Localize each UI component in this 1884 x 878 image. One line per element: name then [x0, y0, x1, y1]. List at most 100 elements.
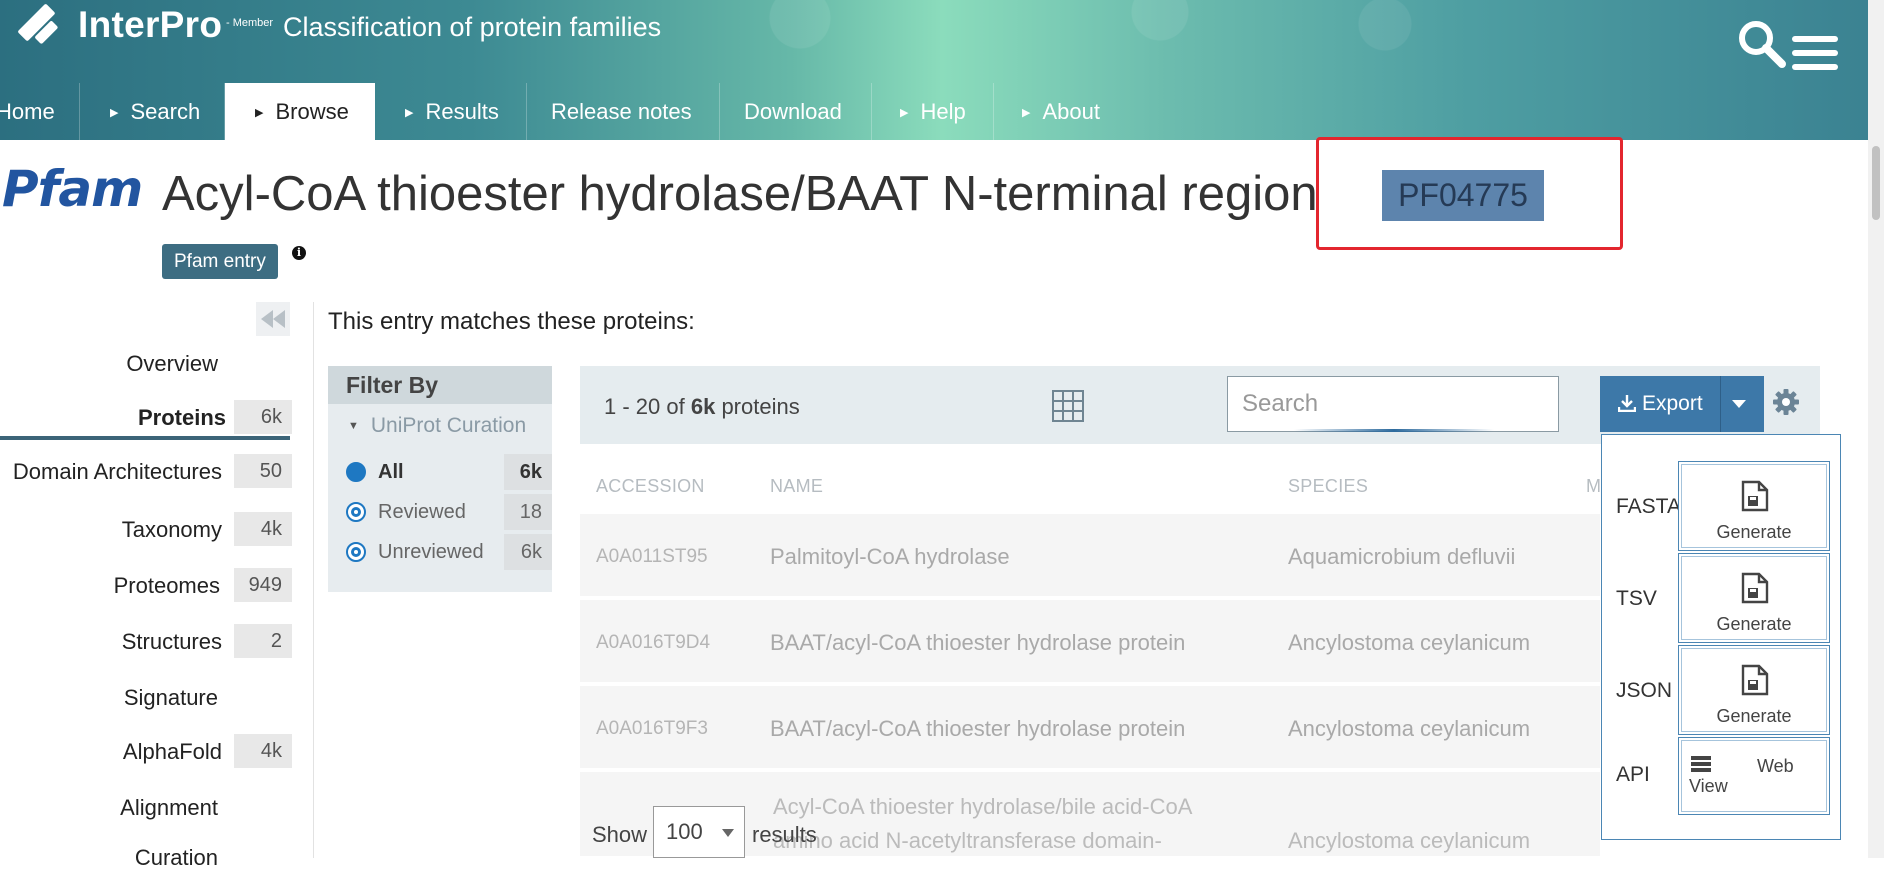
api-web-label: Web	[1757, 756, 1794, 776]
export-format-label: FASTA	[1616, 495, 1681, 518]
row-species-link[interactable]: Aquamicrobium defluvii	[1288, 544, 1515, 570]
filter-option-unreviewed[interactable]: Unreviewed 6k	[346, 534, 552, 570]
row-species-link[interactable]: Ancylostoma ceylanicum	[1288, 716, 1530, 742]
result-count-suffix: proteins	[715, 394, 800, 419]
caret-right-icon: ▶	[110, 107, 119, 119]
tab-search[interactable]: ▶ Search	[80, 83, 225, 140]
sidebar-item-label: Overview	[126, 351, 218, 376]
row-species-link[interactable]: Ancylostoma ceylanicum	[1288, 828, 1530, 854]
tab-results[interactable]: ▶ Results	[375, 83, 527, 140]
column-header-species[interactable]: SPECIES	[1288, 476, 1368, 497]
tab-label: Release notes	[551, 99, 692, 124]
sidebar-item-alignment[interactable]: Alignment	[0, 788, 218, 828]
api-web-view-button[interactable]: Web View	[1678, 737, 1830, 815]
row-species-link[interactable]: Ancylostoma ceylanicum	[1288, 630, 1530, 656]
row-name-link[interactable]: BAAT/acyl-CoA thioester hydrolase protei…	[770, 716, 1185, 742]
brand-name[interactable]: InterPro	[78, 4, 222, 46]
generate-json-button[interactable]: Generate	[1678, 645, 1830, 735]
row-name-link[interactable]: Palmitoyl-CoA hydrolase	[770, 544, 1010, 570]
column-header-accession[interactable]: ACCESSION	[596, 476, 705, 497]
caret-right-icon: ▶	[405, 107, 414, 119]
export-button[interactable]: Export	[1600, 376, 1764, 432]
tab-about[interactable]: ▶ About	[994, 83, 1144, 140]
column-header-more[interactable]: M	[1586, 476, 1601, 497]
search-icon[interactable]	[1736, 18, 1788, 70]
row-accession-link[interactable]: A0A016T9D4	[596, 632, 710, 654]
filter-option-reviewed[interactable]: Reviewed 18	[346, 494, 552, 530]
entry-type-badge[interactable]: Pfam entry	[162, 244, 278, 279]
download-icon	[1617, 395, 1637, 413]
filter-group-toggle[interactable]: ▼ UniProt Curation	[348, 414, 526, 438]
filter-title: Filter By	[328, 366, 552, 404]
generate-tsv-button[interactable]: Generate	[1678, 553, 1830, 643]
menu-icon[interactable]	[1792, 36, 1838, 74]
page-size-select[interactable]: 100	[653, 806, 745, 858]
sidebar-item-label: Alignment	[120, 795, 218, 820]
double-chevron-left-icon	[261, 310, 285, 328]
main-nav-tabs: Home ▶ Search ▶ Browse ▶ Results Release no…	[0, 83, 1884, 140]
tab-release-notes[interactable]: Release notes	[527, 83, 720, 140]
caret-down-icon[interactable]	[1732, 400, 1746, 408]
table-search-input[interactable]: Search	[1227, 376, 1559, 432]
generate-fasta-button[interactable]: Generate	[1678, 461, 1830, 551]
sidebar-item-label: Taxonomy	[121, 517, 222, 542]
row-accession-link[interactable]: A0A016T9F3	[596, 718, 708, 740]
pfam-logo[interactable]: Pfam	[2, 160, 143, 218]
column-header-name[interactable]: NAME	[770, 476, 823, 497]
scrollbar-thumb[interactable]	[1872, 146, 1880, 220]
export-label-wrap: Export	[1617, 392, 1703, 416]
sidebar-item-alphafold[interactable]: AlphaFold	[0, 732, 222, 772]
tab-label: About	[1042, 99, 1100, 124]
caret-right-icon: ▶	[900, 107, 909, 119]
sidebar-item-signature[interactable]: Signature	[0, 678, 218, 718]
tab-help[interactable]: ▶ Help	[872, 83, 994, 140]
sidebar-item-domain-architectures[interactable]: Domain Architectures	[0, 452, 222, 492]
sidebar-item-curation[interactable]: Curation	[0, 838, 218, 878]
gear-icon[interactable]	[1772, 388, 1800, 416]
row-name-link[interactable]: BAAT/acyl-CoA thioester hydrolase protei…	[770, 630, 1185, 656]
file-icon	[1741, 480, 1769, 512]
masthead: InterPro - Member Classification of prot…	[0, 0, 1884, 140]
row-accession-link[interactable]: A0A011ST95	[596, 546, 708, 568]
active-indicator	[0, 436, 290, 440]
brand-subtitle: Classification of protein families	[283, 12, 662, 42]
search-focus-line	[1294, 429, 1494, 432]
caret-down-icon: ▼	[348, 420, 359, 432]
sidebar-count: 6k	[234, 400, 292, 434]
sidebar-item-overview[interactable]: Overview	[0, 344, 218, 384]
sidebar-item-proteins[interactable]: Proteins	[0, 398, 226, 438]
radio-unselected[interactable]	[346, 502, 366, 522]
masthead-decoration	[620, 0, 1520, 60]
row-name-link[interactable]: Acyl-CoA thioester hydrolase/bile acid-C…	[773, 790, 1253, 858]
page-scrollbar[interactable]	[1868, 0, 1884, 858]
radio-unselected[interactable]	[346, 542, 366, 562]
interpro-logo-icon[interactable]	[14, 4, 66, 48]
export-format-label: JSON	[1616, 679, 1673, 702]
filter-option-label: All	[378, 461, 404, 483]
radio-selected[interactable]	[346, 462, 366, 482]
export-format-label: API	[1616, 763, 1650, 786]
filter-option-all[interactable]: All 6k	[346, 454, 552, 490]
result-count-total: 6k	[690, 394, 716, 419]
table-row: A0A016T9D4 BAAT/acyl-CoA thioester hydro…	[580, 600, 1600, 684]
sidebar-item-label: Proteins	[137, 405, 226, 430]
filter-panel: Filter By ▼ UniProt Curation All 6k Revie…	[328, 366, 552, 592]
caret-down-icon	[722, 829, 734, 837]
sidebar-count: 4k	[234, 734, 292, 768]
sidebar-item-structures[interactable]: Structures	[0, 622, 222, 662]
tab-label: Download	[744, 99, 842, 124]
tab-home[interactable]: Home	[0, 83, 80, 140]
sidebar-item-label: AlphaFold	[122, 739, 222, 764]
tab-label: Results	[425, 99, 499, 124]
generate-label: Generate	[1716, 522, 1792, 542]
info-icon[interactable]: i	[292, 246, 306, 260]
caret-right-icon: ▶	[255, 107, 264, 119]
sidebar-item-taxonomy[interactable]: Taxonomy	[0, 510, 222, 550]
collapse-sidebar-button[interactable]	[256, 302, 290, 336]
tab-download[interactable]: Download	[720, 83, 872, 140]
grid-view-icon[interactable]	[1052, 390, 1084, 422]
sidebar-item-proteomes[interactable]: Proteomes	[0, 566, 220, 606]
results-label: results	[752, 822, 817, 847]
tab-browse[interactable]: ▶ Browse	[225, 83, 375, 140]
filter-option-count: 18	[504, 494, 552, 530]
